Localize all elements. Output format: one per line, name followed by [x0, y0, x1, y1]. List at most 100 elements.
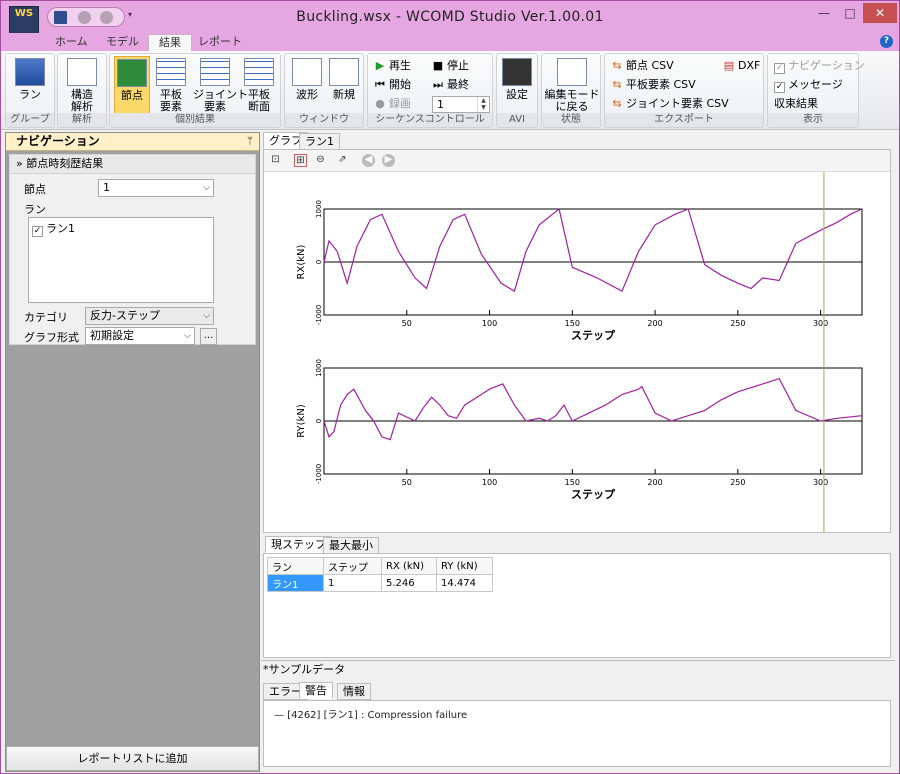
dxf-button[interactable]: ▤ DXF	[723, 59, 761, 73]
x-tick-label: 150	[565, 319, 580, 328]
joint-element-button[interactable]: ジョイント 要素	[193, 56, 248, 114]
x-tick-label: 50	[402, 319, 412, 328]
zoom-box-icon[interactable]: ⊞	[294, 154, 307, 167]
col-ry[interactable]: RY (kN)	[436, 557, 493, 575]
navigation-pane: ナビゲーション ᛘ » 節点時刻歴結果 節点 1 ⌵ ラン ✓ ラン1 カテゴリ 反力…	[5, 132, 260, 772]
node-csv-button[interactable]: ⇆ 節点 CSV	[611, 59, 673, 73]
waveform-icon	[292, 58, 322, 86]
export-node-icon: ⇆	[612, 59, 622, 72]
close-button[interactable]: ✕	[863, 3, 897, 23]
navigation-checkbox[interactable]: ✓ ナビゲーション	[774, 59, 865, 74]
joint-csv-button[interactable]: ⇆ ジョイント要素 CSV	[611, 97, 728, 111]
back-icon[interactable]: ◀	[362, 154, 375, 167]
log-line[interactable]: — [4262] [ラン1] : Compression failure	[274, 706, 467, 721]
group-state: 編集モード に戻る 状態	[541, 53, 601, 128]
tab-current-step[interactable]: 現ステップ	[265, 536, 332, 553]
message-checkbox[interactable]: ✓ メッセージ	[774, 78, 843, 93]
y-axis-label: RY(kN)	[296, 404, 307, 438]
plate-element-button[interactable]: 平板 要素	[153, 56, 189, 114]
step-spinner[interactable]: 1 ▲ ▼	[432, 96, 490, 113]
graph-format-more-button[interactable]: ...	[200, 328, 217, 345]
y-tick-label: -1000	[315, 464, 323, 484]
pan-icon[interactable]: ⇗	[336, 154, 349, 167]
group-export: ⇆ 節点 CSV ▤ DXF ⇆ 平板要素 CSV ⇆ ジョイント要素 CSV エクスポ…	[604, 53, 764, 128]
group-individual: 節点 平板 要素 ジョイント 要素 平板 断面 個別結果	[109, 53, 281, 128]
pin-icon[interactable]: ᛘ	[247, 133, 253, 150]
fit-icon[interactable]: ⊡	[269, 154, 282, 167]
col-step[interactable]: ステップ	[323, 557, 382, 575]
y-tick-label: 0	[315, 419, 323, 423]
x-tick-label: 300	[813, 319, 828, 328]
spinner-arrows-icon[interactable]: ▲ ▼	[477, 97, 489, 112]
cell-rx[interactable]: 5.246	[381, 574, 437, 592]
run-list-item[interactable]: ✓ ラン1	[32, 220, 75, 237]
avi-settings-button[interactable]: 設定	[499, 56, 535, 114]
category-select[interactable]: 反力-ステップ ⌵	[85, 307, 214, 325]
chevron-down-icon: ⌵	[203, 183, 210, 193]
plate-section-button[interactable]: 平板 断面	[240, 56, 278, 114]
plate-csv-button[interactable]: ⇆ 平板要素 CSV	[611, 78, 695, 92]
run-list[interactable]: ✓ ラン1	[28, 217, 214, 303]
node-history-section[interactable]: » 節点時刻歴結果	[10, 155, 255, 174]
tab-warning[interactable]: 警告	[299, 682, 333, 699]
window-label: ウィンドウ	[285, 113, 363, 127]
node-select[interactable]: 1 ⌵	[98, 179, 214, 197]
tab-home[interactable]: ホーム	[45, 34, 98, 51]
col-rx[interactable]: RX (kN)	[381, 557, 437, 575]
chevron-down-icon: ⌵	[184, 331, 191, 341]
analysis-icon	[67, 58, 97, 86]
node-button[interactable]: 節点	[114, 56, 150, 114]
tab-info[interactable]: 情報	[337, 683, 371, 700]
last-button[interactable]: ⏭ 最終	[432, 78, 469, 92]
message-log: — [4262] [ラン1] : Compression failure	[263, 700, 891, 767]
document-area: グラフ ラン1 ⊡ ⊞ ⊖ ⇗ ◀ ▶ 50 100 150 200 250 300 -10…	[261, 132, 895, 772]
dxf-icon: ▤	[723, 59, 735, 72]
col-run[interactable]: ラン	[267, 557, 324, 575]
x-tick-label: 150	[565, 478, 580, 487]
record-icon: ●	[375, 97, 385, 110]
check-icon: ✓	[774, 82, 785, 93]
start-button[interactable]: ⏮ 開始	[374, 78, 411, 92]
x-tick-label: 100	[482, 478, 497, 487]
structural-analysis-button[interactable]: 構造 解析	[62, 56, 102, 114]
run-button[interactable]: ラン	[10, 56, 50, 114]
tab-run1[interactable]: ラン1	[299, 133, 340, 150]
x-tick-label: 200	[647, 319, 662, 328]
play-icon: ▶	[375, 59, 385, 72]
node-history-panel: » 節点時刻歴結果 節点 1 ⌵ ラン ✓ ラン1 カテゴリ 反力-ステップ ⌵ グラ…	[9, 154, 256, 345]
x-tick-label: 250	[730, 319, 745, 328]
cell-step[interactable]: 1	[323, 574, 382, 592]
tab-model[interactable]: モデル	[96, 34, 149, 51]
stop-button[interactable]: ■ 停止	[432, 59, 469, 73]
help-icon[interactable]: ?	[880, 35, 893, 48]
tab-max-min[interactable]: 最大最小	[323, 537, 379, 554]
export-plate-icon: ⇆	[612, 78, 622, 91]
cell-run[interactable]: ラン1	[267, 574, 324, 592]
new-window-button[interactable]: 新規	[327, 56, 361, 114]
check-icon: ✓	[32, 226, 43, 237]
group-sequence: ▶ 再生 ■ 停止 ⏮ 開始 ⏭ 最終 ● 録画 1 ▲ ▼ シーケンスコントロール	[367, 53, 493, 128]
table-row[interactable]: ラン1 1 5.246 14.474	[267, 574, 493, 592]
tab-results[interactable]: 結果	[148, 34, 192, 51]
convergence-button[interactable]: 収束結果	[774, 97, 818, 111]
collapse-icon: »	[16, 157, 23, 170]
minimize-button[interactable]: —	[811, 3, 837, 23]
charts-svg[interactable]: 50 100 150 200 250 300-100001000RX(kN)ステップ50 1…	[264, 172, 890, 532]
joint-icon	[200, 58, 230, 86]
stop-icon: ■	[432, 59, 444, 72]
cell-ry[interactable]: 14.474	[436, 574, 493, 592]
add-to-report-button[interactable]: レポートリストに追加	[6, 746, 259, 771]
x-tick-label: 300	[813, 478, 828, 487]
waveform-button[interactable]: 波形	[289, 56, 325, 114]
tab-report[interactable]: レポート	[188, 34, 252, 51]
play-button[interactable]: ▶ 再生	[374, 59, 411, 73]
group-label: グループ	[6, 113, 54, 127]
forward-icon[interactable]: ▶	[382, 154, 395, 167]
record-button[interactable]: ● 録画	[374, 97, 411, 111]
graph-format-select[interactable]: 初期設定 ⌵	[85, 327, 195, 345]
camera-icon	[502, 58, 532, 86]
zoom-out-icon[interactable]: ⊖	[314, 154, 327, 167]
navigation-header: ナビゲーション ᛘ	[6, 133, 259, 151]
maximize-button[interactable]: □	[837, 3, 863, 23]
edit-mode-button[interactable]: 編集モード に戻る	[544, 56, 600, 114]
